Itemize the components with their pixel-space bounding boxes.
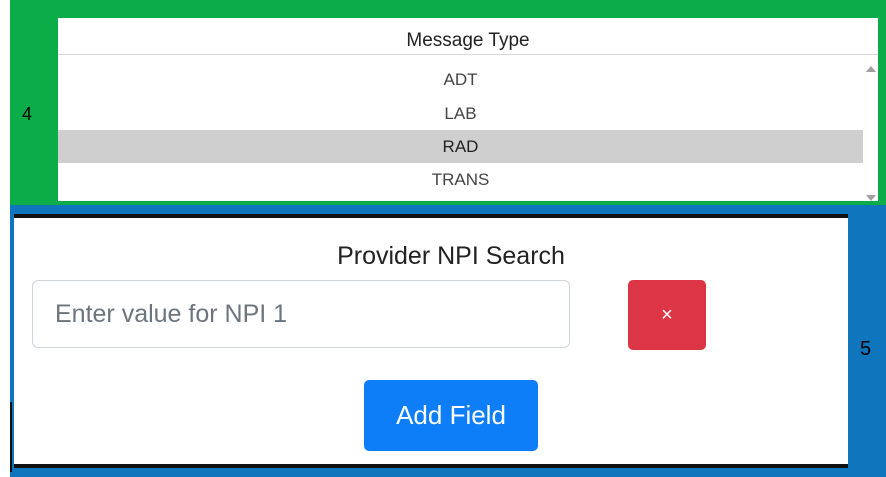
divider xyxy=(58,54,878,55)
section-4: 4 Message Type ADT LAB RAD TRANS xyxy=(10,0,886,205)
npi-search-panel: Provider NPI Search × Add Field xyxy=(14,214,848,468)
section-number: 5 xyxy=(860,338,872,360)
scroll-down-icon[interactable] xyxy=(866,195,876,201)
divider xyxy=(10,402,12,472)
message-type-option-selected[interactable]: RAD xyxy=(58,130,863,163)
message-type-title: Message Type xyxy=(406,30,530,51)
listbox-scrollbar[interactable] xyxy=(863,56,878,201)
message-type-listbox[interactable]: ADT LAB RAD TRANS xyxy=(58,56,863,201)
scroll-up-icon[interactable] xyxy=(866,66,876,72)
message-type-option[interactable]: ADT xyxy=(58,63,863,97)
add-field-button[interactable]: Add Field xyxy=(364,380,538,451)
section-5: Provider NPI Search × Add Field 5 xyxy=(10,205,886,477)
message-type-option[interactable]: LAB xyxy=(58,97,863,130)
npi-input[interactable] xyxy=(32,280,570,348)
message-type-panel: Message Type ADT LAB RAD TRANS xyxy=(58,18,878,201)
section-number: 4 xyxy=(22,104,33,124)
npi-search-title: Provider NPI Search xyxy=(337,242,565,270)
remove-field-button[interactable]: × xyxy=(628,280,706,350)
message-type-option[interactable]: TRANS xyxy=(58,163,863,196)
